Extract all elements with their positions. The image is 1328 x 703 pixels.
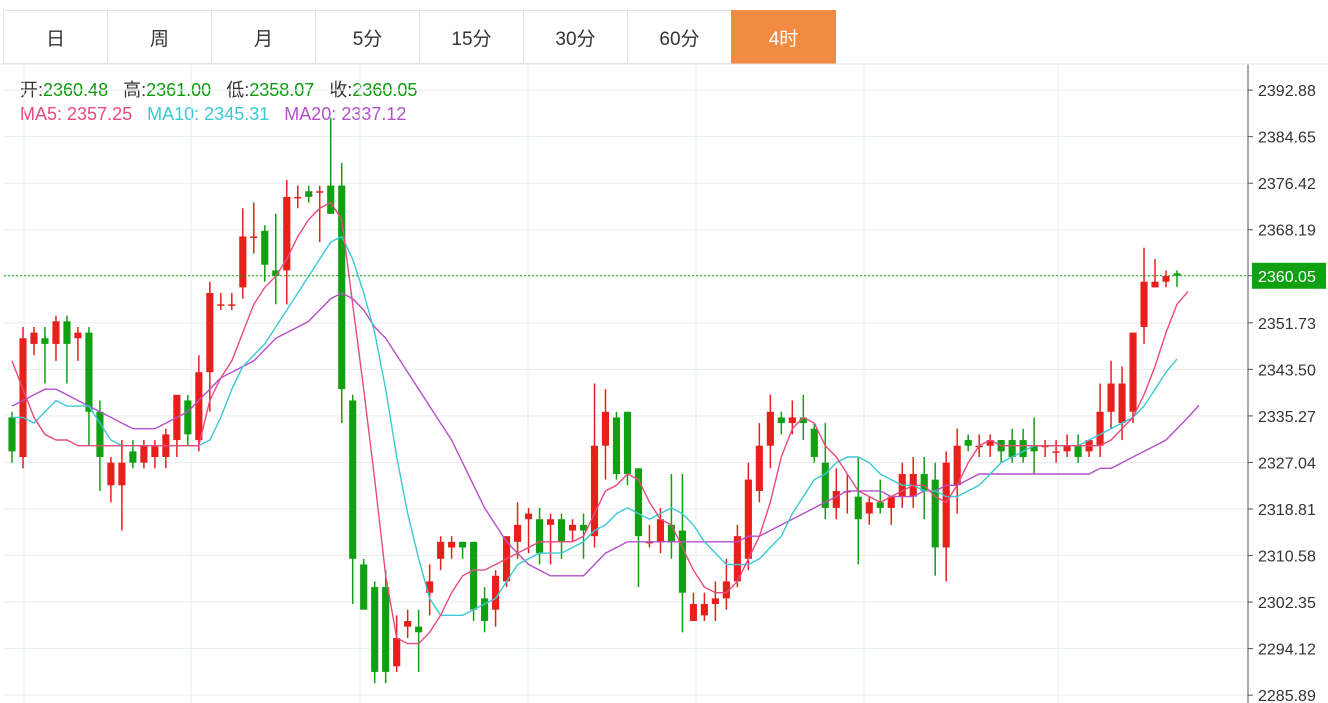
candle-body [85,332,93,412]
y-tick-label: 2335.27 [1258,409,1316,426]
candle-body [876,502,884,508]
candle-body [470,541,478,610]
candle-body [1063,445,1071,452]
candle-body [546,519,555,525]
candle-body [1019,440,1027,458]
candle-body [228,304,236,306]
current-price-label: 2360.05 [1258,269,1316,286]
candle-body [1074,445,1082,458]
candle-body [415,626,423,633]
candle-body [623,411,632,474]
candle-body [810,428,818,458]
candle-body [777,417,785,424]
candle-body [151,445,159,458]
candle-body [206,293,214,373]
candle-body [360,564,368,610]
candle-body [250,236,258,238]
candle-body [656,519,665,542]
y-tick-label: 2392.88 [1258,83,1316,100]
y-tick-label: 2294.12 [1258,642,1316,659]
candle-body [1151,281,1159,288]
candle-body [404,621,412,627]
candle-body [964,440,972,446]
y-tick-label: 2318.81 [1258,502,1316,519]
candle-body [492,575,500,610]
candle-body [865,502,873,514]
candle-body [393,637,401,667]
candle-body [30,332,38,344]
candle-body [942,462,950,548]
candle-body [239,236,247,288]
candle-body [382,587,390,672]
candle-body [261,230,269,265]
candle-body [1162,276,1170,282]
candle-body [349,400,357,559]
candle-body [1008,440,1016,458]
y-tick-label: 2302.35 [1258,595,1316,612]
candle-body [19,338,27,458]
y-tick-label: 2327.04 [1258,455,1316,472]
candle-body [217,304,225,306]
candle-body [854,496,862,520]
y-tick-label: 2384.65 [1258,130,1316,147]
y-tick-label: 2285.89 [1258,688,1316,703]
candle-body [557,519,566,542]
candle-body [129,451,137,463]
candle-body [107,462,115,486]
candle-body [612,417,621,474]
candle-body [755,445,763,491]
candle-body [118,462,126,486]
candle-body [590,445,599,537]
candle-body [305,191,313,197]
candle-body [437,541,445,559]
candle-body [41,338,49,344]
candle-body [8,417,16,452]
candle-body [689,604,697,622]
candle-body [52,321,60,344]
candle-body [327,185,335,214]
candle-body [1129,332,1137,412]
candle-body [1052,451,1060,453]
candle-body [459,541,467,548]
candle-body [184,400,192,435]
candle-body [481,598,489,622]
candle-body [294,196,302,199]
candle-body [1096,411,1104,446]
candle-body [1118,383,1126,424]
candle-body [766,411,774,446]
candle-body [568,524,577,531]
candlestick-chart[interactable]: 2392.88 2384.65 2376.42 2368.19 2351.73 2343.… [0,0,1328,703]
candle-body [733,536,741,582]
y-tick-label: 2351.73 [1258,316,1316,333]
candle-body [371,587,379,672]
candle-body [788,417,796,424]
y-tick-label: 2310.58 [1258,549,1316,566]
candle-body [667,524,676,542]
y-tick-label: 2368.19 [1258,223,1316,240]
y-tick-label: 2376.42 [1258,176,1316,193]
candle-body [195,372,203,441]
candle-body [140,445,148,463]
candle-body [744,479,752,559]
candle-body [535,519,544,554]
candle-body [1107,383,1115,412]
candle-body [832,490,840,508]
candle-body [524,513,533,520]
candle-body [601,411,610,446]
candle-body [678,530,686,593]
candle-body [316,191,324,193]
candle-body [513,524,522,542]
candle-body [63,321,71,344]
candle-body [700,604,708,616]
candle-body [448,541,456,548]
candle-body [711,598,719,605]
candle-body [1140,281,1148,327]
y-tick-label: 2343.50 [1258,362,1316,379]
candle-body [74,332,82,339]
